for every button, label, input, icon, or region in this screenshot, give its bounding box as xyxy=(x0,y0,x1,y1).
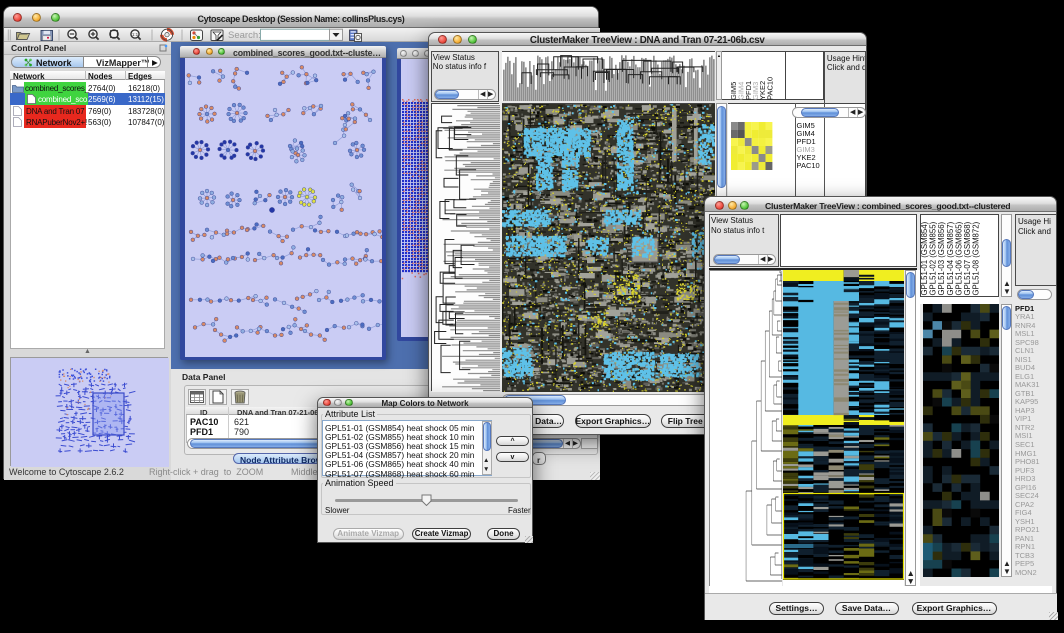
svg-text:1:1: 1:1 xyxy=(132,32,139,37)
svg-text:PAC10: PAC10 xyxy=(765,76,774,99)
svg-text:GPL51-08 (GSM872): GPL51-08 (GSM872) xyxy=(972,221,981,295)
svg-text:Search:: Search: xyxy=(228,30,261,41)
